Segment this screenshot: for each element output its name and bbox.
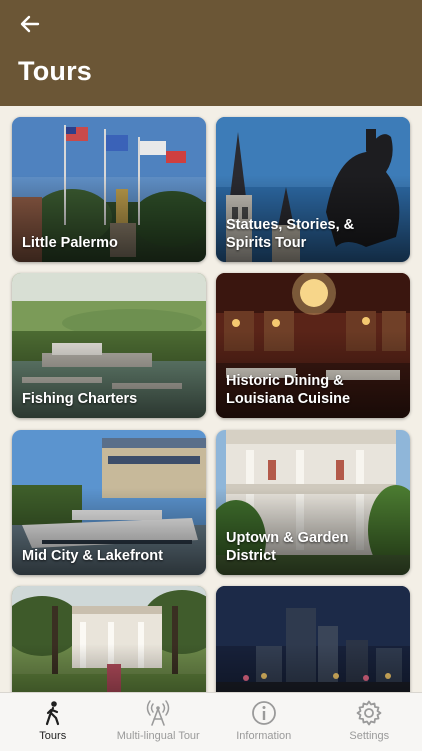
page-title: Tours (18, 56, 92, 87)
tour-card-uptown-garden-district[interactable]: Uptown & Garden District (216, 430, 410, 575)
info-icon (250, 699, 278, 727)
tour-card-label: Fishing Charters (22, 390, 196, 408)
app-header: Tours (0, 0, 422, 106)
tab-information[interactable]: Information (211, 693, 317, 751)
tour-card-7[interactable] (12, 586, 206, 692)
tour-card-label: Statues, Stories, & Spirits Tour (226, 216, 400, 252)
tab-bar: Tours Multi-lingual Tour Information Set… (0, 692, 422, 751)
tour-card-historic-dining[interactable]: Historic Dining & Louisiana Cuisine (216, 273, 410, 418)
tab-label: Tours (39, 730, 66, 742)
back-button[interactable] (14, 10, 46, 38)
tab-settings[interactable]: Settings (317, 693, 422, 751)
walking-person-icon (39, 699, 67, 727)
tab-label: Multi-lingual Tour (117, 730, 200, 742)
back-arrow-icon (20, 14, 40, 34)
tour-card-little-palermo[interactable]: Little Palermo (12, 117, 206, 262)
tab-label: Information (236, 730, 291, 742)
tour-card-8[interactable] (216, 586, 410, 692)
tour-card-statues-stories-spirits[interactable]: Statues, Stories, & Spirits Tour (216, 117, 410, 262)
tour-card-label: Historic Dining & Louisiana Cuisine (226, 372, 400, 408)
tour-card-mid-city-lakefront[interactable]: Mid City & Lakefront (12, 430, 206, 575)
card-shade (12, 644, 206, 692)
tab-label: Settings (349, 730, 389, 742)
card-shade (216, 644, 410, 692)
tab-multi-lingual-tour[interactable]: Multi-lingual Tour (106, 693, 212, 751)
tour-card-fishing-charters[interactable]: Fishing Charters (12, 273, 206, 418)
tours-grid: Little Palermo Statues, Stories, & Spiri… (0, 106, 422, 692)
gear-icon (355, 699, 383, 727)
tour-card-label: Mid City & Lakefront (22, 547, 196, 565)
broadcast-tower-icon (144, 699, 172, 727)
tour-card-label: Little Palermo (22, 234, 196, 252)
tab-tours[interactable]: Tours (0, 693, 106, 751)
tour-card-label: Uptown & Garden District (226, 529, 400, 565)
